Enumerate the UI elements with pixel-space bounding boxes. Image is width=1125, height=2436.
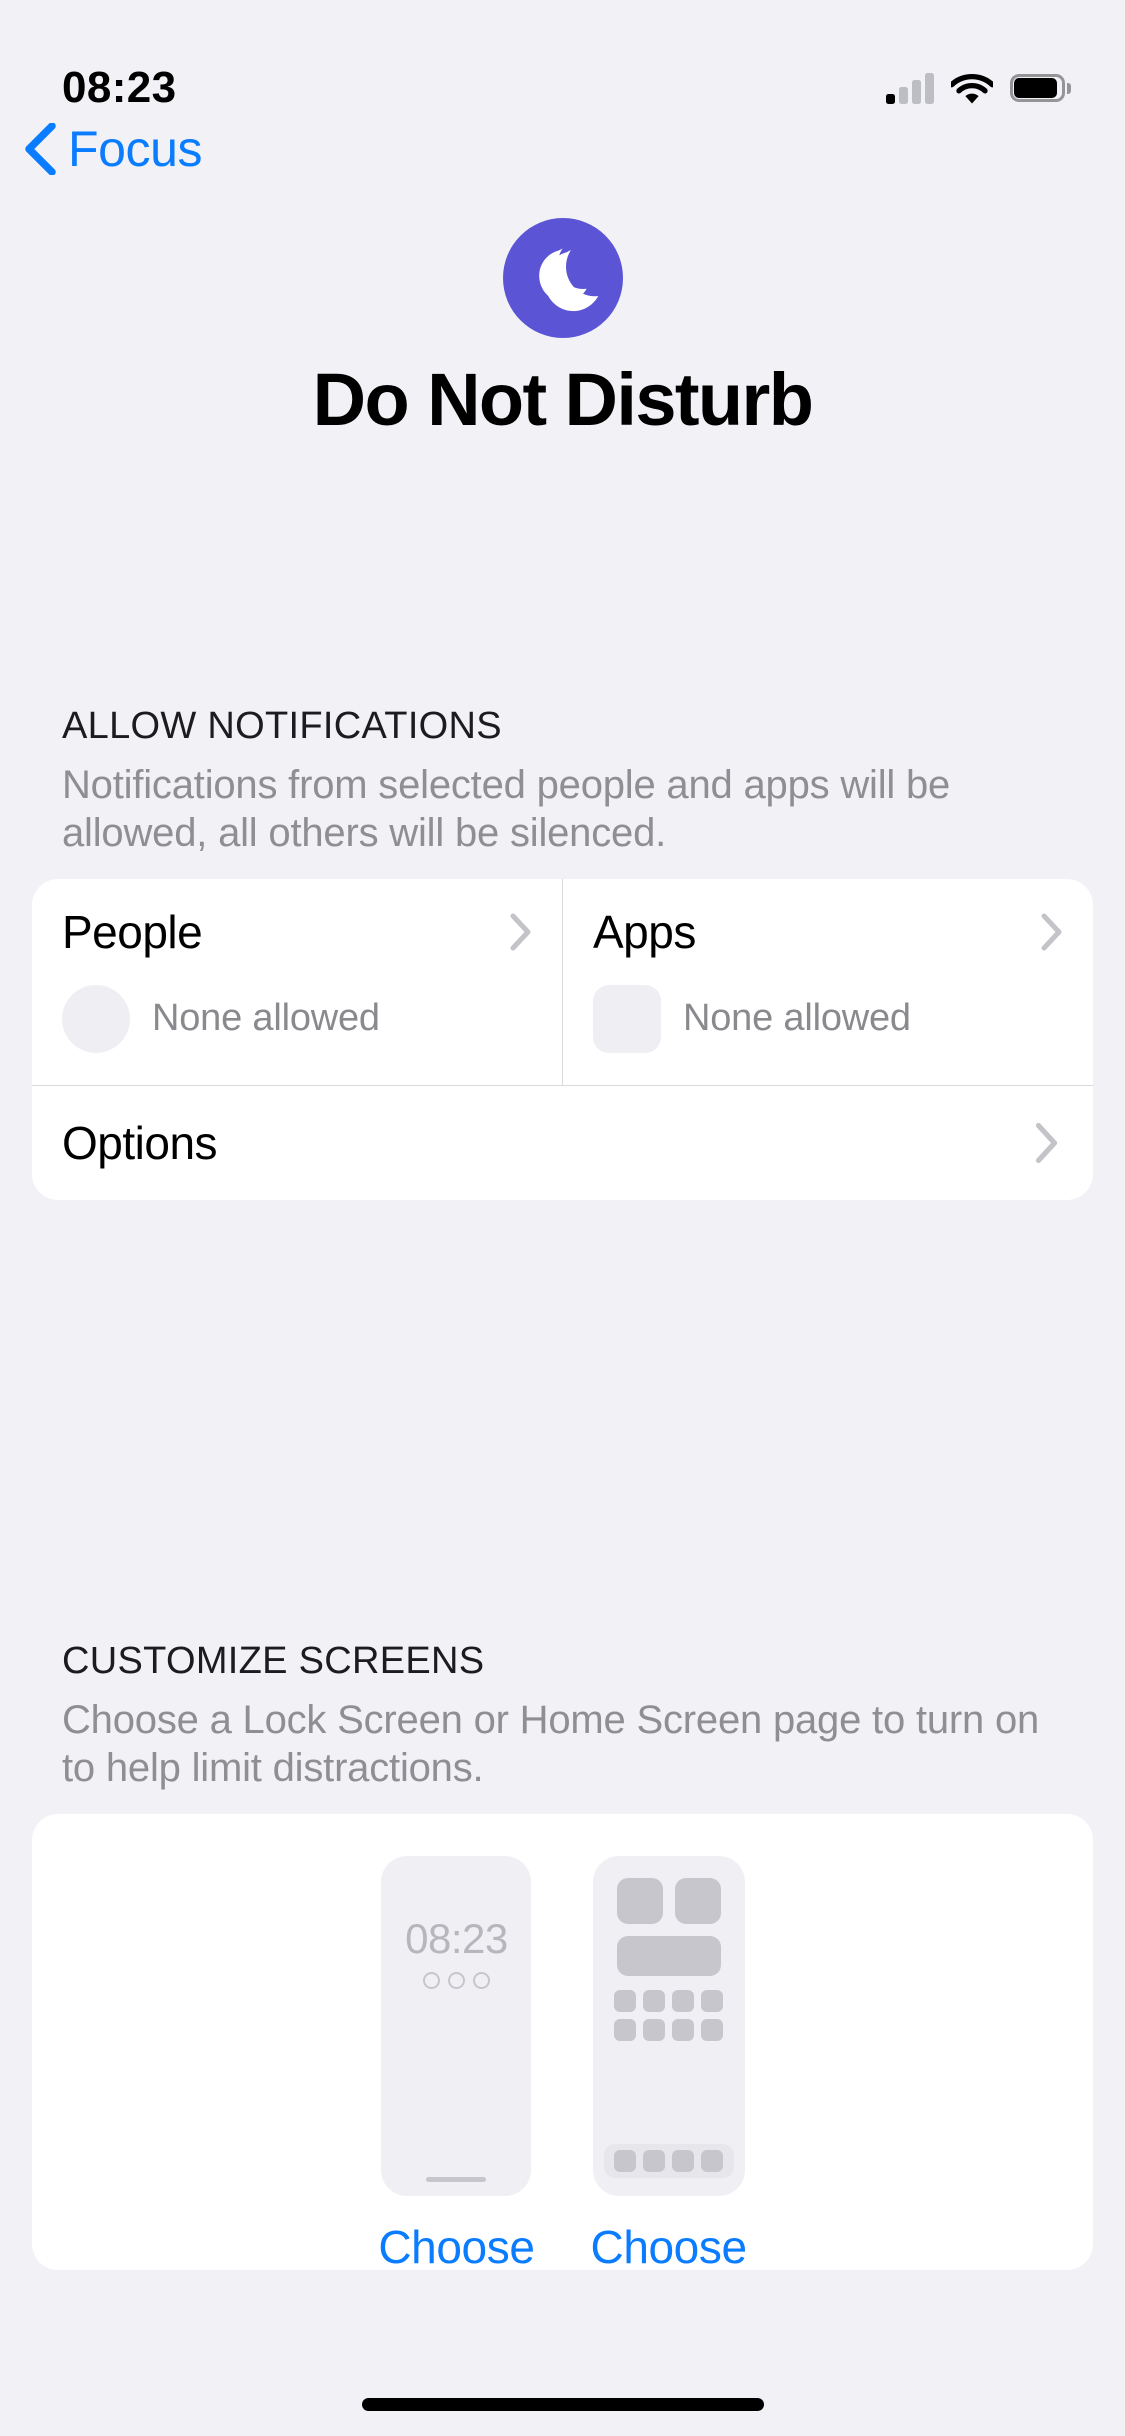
status-bar-indicators	[886, 72, 1071, 104]
people-cell-subtitle: None allowed	[152, 997, 380, 1040]
lock-screen-widget-placeholders	[422, 1971, 490, 1989]
screen-picker-row: 08:23 Choose Choose	[32, 1855, 1093, 2270]
lock-screen-preview-time: 08:23	[405, 1914, 508, 1962]
apps-cell-title: Apps	[593, 905, 696, 958]
chevron-left-icon	[25, 123, 56, 175]
home-screen-top-icons	[607, 1877, 731, 1924]
apps-placeholder-icon	[593, 984, 661, 1053]
wifi-icon	[951, 73, 993, 103]
choose-home-screen-button[interactable]: Choose	[591, 2224, 748, 2270]
back-button[interactable]: Focus	[22, 121, 203, 177]
home-screen-preview[interactable]	[592, 1855, 745, 2196]
people-cell-title: People	[62, 905, 203, 958]
choose-lock-screen-button[interactable]: Choose	[378, 2224, 535, 2270]
home-indicator	[361, 2398, 764, 2411]
customize-screens-description: Choose a Lock Screen or Home Screen page…	[62, 1697, 1040, 1790]
lock-screen-home-bar	[426, 2176, 487, 2182]
chevron-right-icon	[510, 913, 531, 951]
screen-picker-card: 08:23 Choose Choose	[32, 1813, 1093, 2270]
cellular-signal-icon	[886, 72, 934, 104]
page-title: Do Not Disturb	[312, 358, 814, 441]
customize-screens-section: CUSTOMIZE SCREENS Choose a Lock Screen o…	[0, 1640, 1125, 2270]
options-row[interactable]: Options	[32, 1086, 1093, 1200]
back-button-label: Focus	[68, 121, 203, 177]
customize-screens-header: CUSTOMIZE SCREENS	[62, 1640, 485, 1682]
people-apps-row: People None allowed Apps None allowed	[32, 878, 1093, 1085]
home-screen-widget	[616, 1935, 721, 1976]
apps-cell[interactable]: Apps None allowed	[562, 878, 1093, 1085]
navigation-bar: Focus	[0, 108, 1125, 190]
allow-notifications-section: ALLOW NOTIFICATIONS Notifications from s…	[0, 705, 1125, 1201]
chevron-right-icon	[1041, 913, 1062, 951]
home-screen-dock	[603, 2143, 734, 2178]
status-bar-time: 08:23	[62, 63, 177, 112]
focus-hero: Do Not Disturb	[0, 218, 1125, 440]
do-not-disturb-settings-screen: 08:23 Focus Do Not Disturb ALLOW NOTIFIC…	[0, 0, 1125, 2436]
people-cell[interactable]: People None allowed	[32, 879, 562, 1085]
lock-screen-picker: 08:23 Choose	[378, 1855, 535, 2270]
allow-notifications-card: People None allowed Apps None allowed Op…	[32, 878, 1093, 1201]
home-screen-picker: Choose	[591, 1855, 748, 2270]
apps-cell-subtitle: None allowed	[683, 997, 911, 1040]
crescent-moon-icon	[502, 218, 623, 338]
home-screen-icon-grid	[613, 1989, 724, 2041]
allow-notifications-description: Notifications from selected people and a…	[62, 762, 951, 855]
people-placeholder-avatar	[62, 984, 130, 1053]
options-row-label: Options	[62, 1117, 218, 1170]
lock-screen-preview[interactable]: 08:23	[381, 1855, 532, 2196]
chevron-right-icon	[1035, 1123, 1058, 1164]
battery-icon	[1010, 74, 1071, 102]
allow-notifications-header: ALLOW NOTIFICATIONS	[62, 705, 502, 747]
